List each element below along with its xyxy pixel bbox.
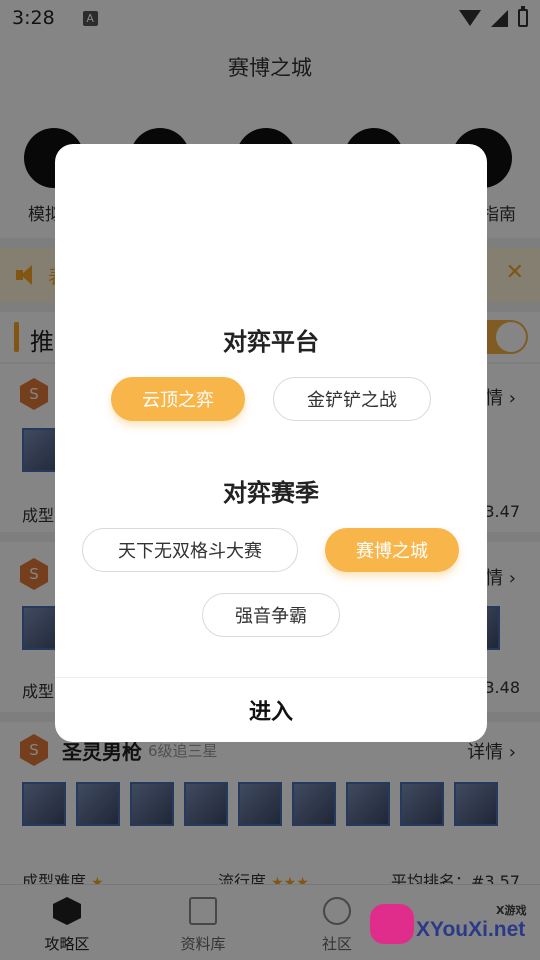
watermark-text: XYouXi.net bbox=[416, 918, 526, 941]
season-select-dialog: 对弈平台 云顶之弈 金铲铲之战 对弈赛季 天下无双格斗大赛 赛博之城 强音争霸 … bbox=[55, 144, 487, 742]
watermark: X游戏 XYouXi.net bbox=[366, 894, 536, 954]
watermark-small-text: X游戏 bbox=[496, 904, 527, 917]
season-option-3[interactable]: 强音争霸 bbox=[202, 593, 340, 637]
season-option-2[interactable]: 赛博之城 bbox=[325, 528, 459, 572]
enter-button[interactable]: 进入 bbox=[55, 678, 487, 742]
platform-option-jcc[interactable]: 金铲铲之战 bbox=[273, 377, 431, 421]
season-option-1[interactable]: 天下无双格斗大赛 bbox=[82, 528, 298, 572]
controller-logo-icon bbox=[370, 904, 414, 944]
platform-title: 对弈平台 bbox=[223, 328, 319, 356]
platform-option-tft[interactable]: 云顶之弈 bbox=[111, 377, 245, 421]
season-title: 对弈赛季 bbox=[223, 479, 319, 507]
